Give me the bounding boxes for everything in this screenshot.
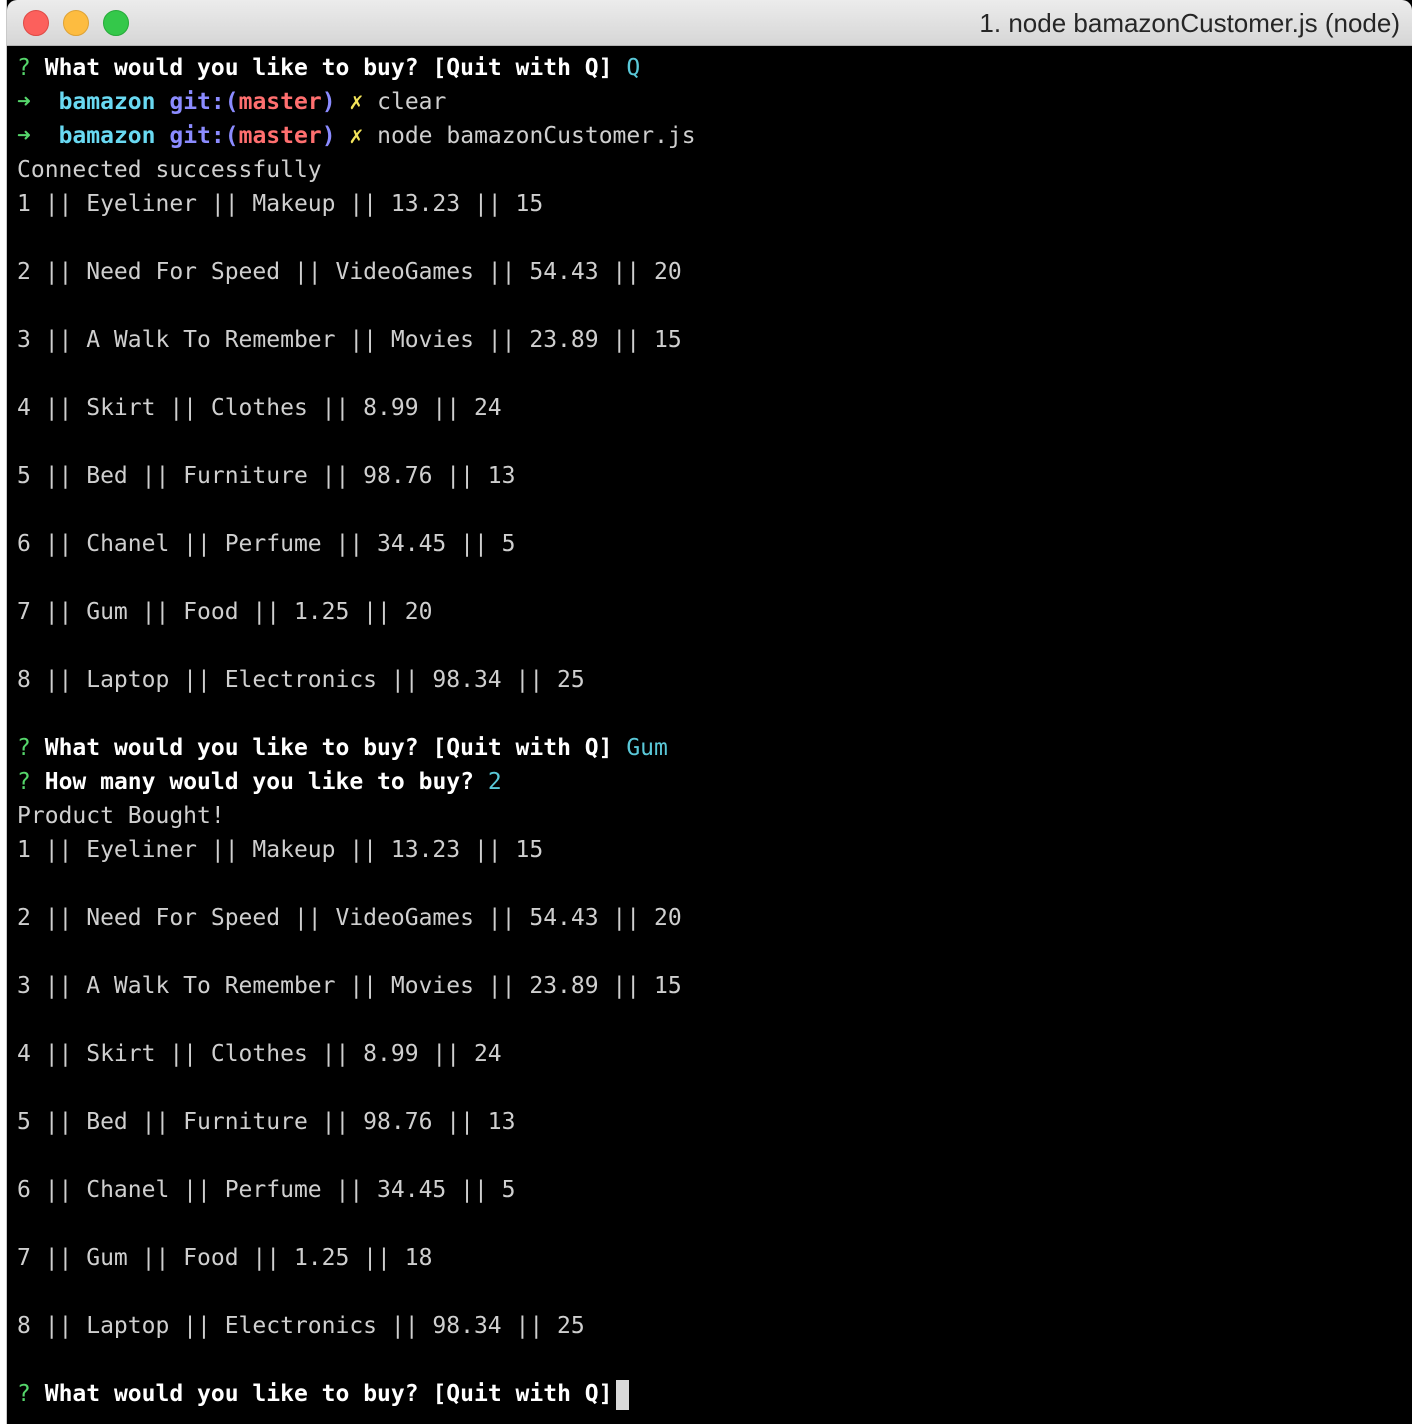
git-label-close: ) <box>321 89 336 115</box>
terminal-line: ➜ bamazon git:(master) ✗ clear <box>17 85 1412 119</box>
question-mark-icon: ? <box>17 735 31 761</box>
window-title: 1. node bamazonCustomer.js (node) <box>979 8 1400 38</box>
prompt-answer: Q <box>626 55 641 81</box>
output-connected: Connected successfully <box>17 157 322 183</box>
product-row: 6 || Chanel || Perfume || 34.45 || 5 <box>17 531 516 557</box>
terminal-line: ? How many would you like to buy? 2 <box>17 765 1412 799</box>
text-cursor[interactable] <box>616 1379 630 1410</box>
terminal-line: ? What would you like to buy? [Quit with… <box>17 51 1412 85</box>
question-mark-icon: ? <box>17 1381 31 1407</box>
product-row: 4 || Skirt || Clothes || 8.99 || 24 <box>17 395 502 421</box>
git-label: git:( <box>169 123 239 149</box>
product-row: 8 || Laptop || Electronics || 98.34 || 2… <box>17 667 585 693</box>
terminal-line: ? What would you like to buy? [Quit with… <box>17 731 1412 765</box>
product-row: 7 || Gum || Food || 1.25 || 20 <box>17 599 433 625</box>
terminal-output[interactable]: ? What would you like to buy? [Quit with… <box>17 51 1412 1424</box>
terminal-window: 1. node bamazonCustomer.js (node) ? What… <box>6 0 1412 1424</box>
product-row: 3 || A Walk To Remember || Movies || 23.… <box>17 973 682 999</box>
product-row: 2 || Need For Speed || VideoGames || 54.… <box>17 259 682 285</box>
dirty-state-icon: ✗ <box>349 123 364 149</box>
git-branch: master <box>238 89 322 115</box>
title-bar: 1. node bamazonCustomer.js (node) <box>7 0 1412 46</box>
product-row: 1 || Eyeliner || Makeup || 13.23 || 15 <box>17 191 544 217</box>
product-row: 7 || Gum || Food || 1.25 || 18 <box>17 1245 433 1271</box>
shell-command: clear <box>377 89 447 115</box>
product-row: 3 || A Walk To Remember || Movies || 23.… <box>17 327 682 353</box>
prompt-answer: Gum <box>626 735 668 761</box>
prompt-question: What would you like to buy? [Quit with Q… <box>44 1381 613 1407</box>
product-row: 8 || Laptop || Electronics || 98.34 || 2… <box>17 1313 585 1339</box>
git-branch: master <box>238 123 322 149</box>
prompt-question: What would you like to buy? [Quit with Q… <box>44 735 613 761</box>
prompt-question: How many would you like to buy? <box>44 769 474 795</box>
minimize-window-button[interactable] <box>63 10 89 36</box>
product-row: 2 || Need For Speed || VideoGames || 54.… <box>17 905 682 931</box>
git-label: git:( <box>169 89 239 115</box>
git-label-close: ) <box>321 123 336 149</box>
current-directory: bamazon <box>58 89 156 115</box>
terminal-line: ➜ bamazon git:(master) ✗ node bamazonCus… <box>17 119 1412 153</box>
close-window-button[interactable] <box>23 10 49 36</box>
zoom-window-button[interactable] <box>103 10 129 36</box>
product-row: 5 || Bed || Furniture || 98.76 || 13 <box>17 1109 516 1135</box>
prompt-question: What would you like to buy? [Quit with Q… <box>44 55 613 81</box>
question-mark-icon: ? <box>17 55 31 81</box>
product-row: 6 || Chanel || Perfume || 34.45 || 5 <box>17 1177 516 1203</box>
product-row: 5 || Bed || Furniture || 98.76 || 13 <box>17 463 516 489</box>
shell-command: node bamazonCustomer.js <box>377 123 696 149</box>
product-row: 4 || Skirt || Clothes || 8.99 || 24 <box>17 1041 502 1067</box>
current-directory: bamazon <box>58 123 156 149</box>
product-row: 1 || Eyeliner || Makeup || 13.23 || 15 <box>17 837 544 863</box>
prompt-answer: 2 <box>487 769 502 795</box>
shell-arrow-icon: ➜ <box>17 89 31 115</box>
question-mark-icon: ? <box>17 769 31 795</box>
terminal-line: ? What would you like to buy? [Quit with… <box>17 1377 1412 1411</box>
output-bought: Product Bought! <box>17 803 225 829</box>
dirty-state-icon: ✗ <box>349 89 364 115</box>
shell-arrow-icon: ➜ <box>17 123 31 149</box>
